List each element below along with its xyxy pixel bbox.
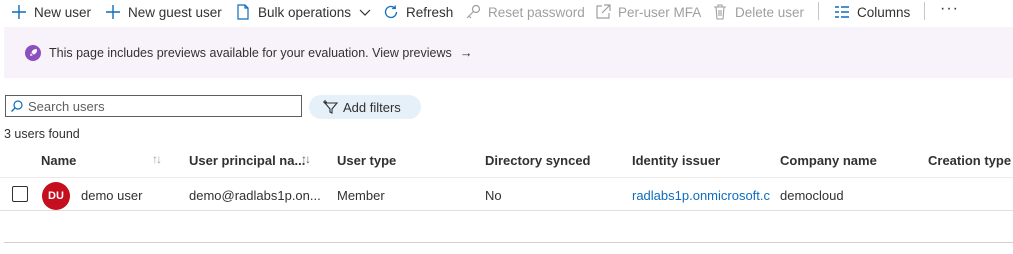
add-filters-button[interactable]: Add filters	[309, 95, 421, 119]
new-guest-user-button[interactable]: New guest user	[104, 2, 222, 22]
per-user-mfa-label: Per-user MFA	[618, 4, 702, 20]
preview-banner-message[interactable]: This page includes previews available fo…	[49, 46, 452, 60]
delete-user-label: Delete user	[735, 4, 805, 20]
plus-icon	[106, 5, 120, 19]
rocket-icon	[25, 44, 41, 61]
columns-icon	[835, 6, 849, 18]
user-name-link[interactable]: demo user	[81, 188, 142, 203]
directory-synced: No	[485, 188, 502, 203]
column-header-creation-type[interactable]: Creation type	[928, 153, 1011, 168]
column-header-upn[interactable]: User principal na...	[189, 153, 305, 168]
toolbar-divider	[818, 2, 819, 20]
divider	[4, 242, 1013, 243]
delete-user-button[interactable]: Delete user	[711, 2, 804, 22]
new-user-label: New user	[34, 4, 92, 20]
refresh-label: Refresh	[406, 4, 454, 20]
company-name: democloud	[780, 188, 844, 203]
plus-icon	[12, 5, 26, 19]
sort-icon[interactable]: ↑↓	[301, 152, 311, 166]
columns-label: Columns	[857, 4, 911, 20]
identity-issuer-link[interactable]: radlabs1p.onmicrosoft.c	[632, 188, 772, 203]
user-type: Member	[337, 188, 385, 203]
column-header-user-type[interactable]: User type	[337, 153, 396, 168]
avatar: DU	[42, 182, 70, 210]
add-filters-label: Add filters	[343, 99, 401, 115]
row-checkbox[interactable]	[12, 186, 28, 202]
refresh-button[interactable]: Refresh	[382, 2, 453, 22]
refresh-icon	[384, 5, 398, 19]
results-count: 3 users found	[4, 127, 80, 141]
document-icon	[237, 4, 249, 20]
trash-icon	[714, 4, 726, 20]
column-header-directory-synced[interactable]: Directory synced	[485, 153, 591, 168]
per-user-mfa-button[interactable]: Per-user MFA	[594, 2, 701, 22]
search-icon	[11, 100, 23, 112]
reset-password-button[interactable]: Reset password	[464, 2, 585, 22]
columns-button[interactable]: Columns	[833, 2, 910, 22]
bulk-operations-label: Bulk operations	[258, 4, 352, 20]
chevron-down-icon	[359, 9, 371, 16]
sort-icon[interactable]: ↑↓	[152, 152, 162, 166]
new-guest-user-label: New guest user	[128, 4, 222, 20]
reset-password-label: Reset password	[488, 4, 585, 20]
search-box	[5, 95, 302, 117]
column-header-company-name[interactable]: Company name	[780, 153, 877, 168]
external-link-icon	[596, 4, 611, 19]
filter-add-icon	[323, 100, 339, 114]
new-user-button[interactable]: New user	[10, 2, 91, 22]
column-header-name[interactable]: Name	[41, 153, 76, 168]
command-bar: New user New guest user Bulk operations …	[0, 0, 1013, 24]
table-header: Name ↑↓ User principal na... ↑↓ User typ…	[0, 145, 1013, 178]
search-input[interactable]	[28, 98, 288, 114]
table-row[interactable]: DU demo user demo@radlabs1p.on... Member…	[0, 178, 1013, 211]
column-header-identity-issuer[interactable]: Identity issuer	[632, 153, 720, 168]
key-icon	[466, 4, 481, 19]
bulk-operations-button[interactable]: Bulk operations	[234, 2, 371, 22]
more-actions-button[interactable]: ···	[940, 0, 959, 18]
arrow-right-icon[interactable]: →	[460, 45, 473, 60]
user-principal-name: demo@radlabs1p.on...	[189, 188, 321, 203]
toolbar-divider	[924, 2, 925, 20]
preview-banner: This page includes previews available fo…	[4, 27, 1013, 78]
